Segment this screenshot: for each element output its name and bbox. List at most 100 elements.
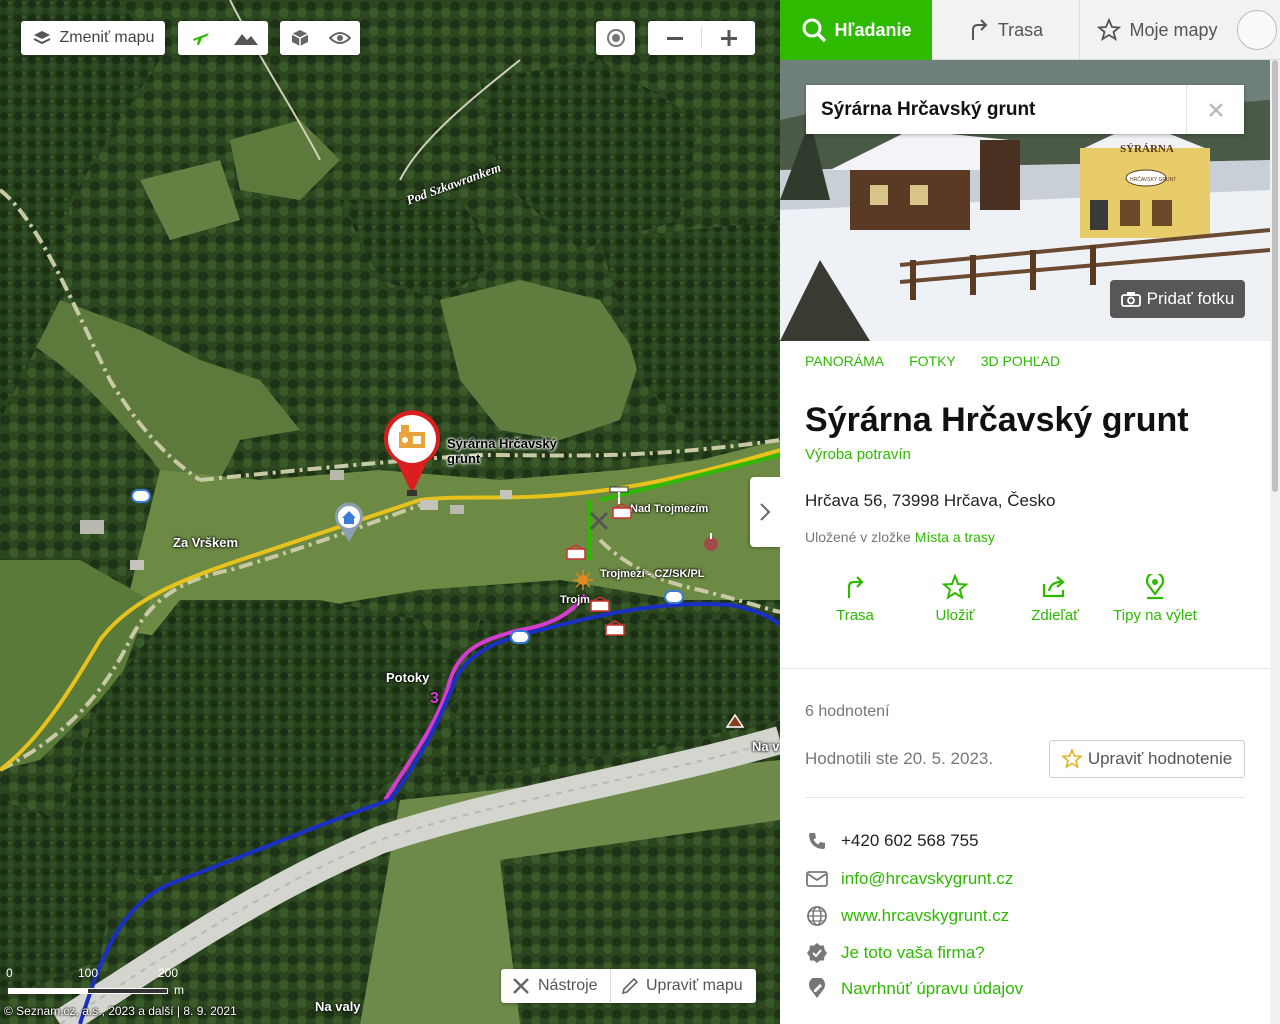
chalet-icon-3[interactable]	[590, 596, 610, 612]
search-icon	[802, 18, 826, 43]
saved-folder-link[interactable]: Místa a trasy	[915, 529, 995, 545]
contact-email[interactable]: info@hrcavskygrunt.cz	[805, 867, 1013, 891]
tools-crossed-icon[interactable]	[588, 510, 610, 532]
star-rating-icon	[1061, 749, 1082, 769]
scale-unit: m	[174, 983, 184, 997]
contact-phone[interactable]: +420 602 568 755	[805, 829, 979, 853]
star-icon	[942, 574, 968, 600]
saved-info: Uložené v zložke Místa a trasy	[805, 529, 995, 545]
share-action-button[interactable]: Zdieľať	[1005, 574, 1105, 626]
map-view[interactable]: Pod Szkawrankem Za Vrškem Nad Trojmezím …	[0, 0, 780, 1024]
zoom-out-button[interactable]	[648, 21, 701, 55]
landmark-sun-icon[interactable]	[573, 570, 593, 590]
tools-button[interactable]: Nástroje	[501, 969, 611, 1003]
minus-icon	[666, 37, 683, 40]
map-label-na-valy: Na valy	[315, 999, 361, 1014]
rated-on-text: Hodnotili ste 20. 5. 2023.	[805, 749, 994, 768]
signpost-icon[interactable]	[608, 484, 630, 504]
change-map-label: Zmeniť mapu	[59, 29, 155, 46]
contact-claim[interactable]: Je toto vaša firma?	[805, 941, 985, 965]
chevron-right-icon	[760, 503, 771, 521]
place-category-link[interactable]: Výroba potravín	[805, 446, 911, 463]
zoom-toolbar	[648, 21, 755, 55]
terrain-mode-button[interactable]	[223, 21, 268, 55]
chalet-icon-2[interactable]	[566, 544, 586, 560]
place-title: Sýrárna Hrčavský grunt	[805, 401, 1189, 439]
map-label-potoky: Potoky	[386, 670, 430, 685]
viewpoint-icon-3[interactable]	[664, 590, 684, 604]
trip-tips-action-button[interactable]: Tipy na výlet	[1105, 574, 1205, 626]
edit-rating-button[interactable]: Upraviť hodnotenie	[1049, 740, 1245, 778]
viewpoint-icon[interactable]	[131, 489, 151, 503]
contact-web[interactable]: www.hrcavskygrunt.cz	[805, 904, 1009, 928]
email-link[interactable]: info@hrcavskygrunt.cz	[841, 869, 1013, 889]
website-link[interactable]: www.hrcavskygrunt.cz	[841, 906, 1009, 926]
plus-icon	[720, 30, 737, 46]
3d-view-button[interactable]	[280, 21, 320, 55]
peak-icon[interactable]	[726, 713, 744, 729]
zoom-in-button[interactable]	[702, 21, 755, 55]
panel-scrollbar[interactable]	[1270, 60, 1280, 1024]
place-actions: Trasa Uložiť Zdieľať Tipy na výlet	[805, 574, 1205, 626]
user-avatar[interactable]	[1237, 10, 1277, 50]
scale-tick-200: 200	[158, 966, 179, 980]
map-label-trojm: Trojm	[560, 594, 590, 606]
edit-map-button[interactable]: Upraviť mapu	[611, 969, 753, 1003]
chapel-icon[interactable]	[702, 531, 720, 553]
suggest-edit-link[interactable]: Navrhnúť úpravu údajov	[841, 979, 1023, 999]
change-map-button[interactable]: Zmeniť mapu	[21, 21, 165, 55]
aerial-mode-button[interactable]	[178, 21, 223, 55]
viewpoint-icon-2[interactable]	[510, 630, 530, 644]
poi-label[interactable]: Sýrárna Hrčavský grunt	[447, 436, 579, 466]
tab-route[interactable]: Trasa	[932, 0, 1080, 60]
place-photo[interactable]: SÝRÁRNA HRČAVSKÝ GRUNT Pridať fotku	[780, 60, 1270, 341]
section-divider	[780, 668, 1270, 669]
chalet-icon[interactable]	[612, 503, 632, 519]
locate-button[interactable]	[596, 21, 635, 55]
poi-marker-pin[interactable]	[383, 410, 441, 496]
panorama-view-button[interactable]	[320, 21, 360, 55]
route-action-label: Trasa	[836, 607, 874, 624]
map-tools-bar: Nástroje Upraviť mapu	[501, 969, 756, 1003]
3d-view-link[interactable]: 3D POHĽAD	[981, 353, 1060, 369]
tab-my-maps[interactable]: Moje mapy	[1080, 0, 1235, 60]
clear-search-button[interactable]	[1186, 85, 1244, 134]
phone-number[interactable]: +420 602 568 755	[841, 831, 979, 851]
chalet-icon-4[interactable]	[605, 620, 625, 636]
trip-tips-icon	[1145, 574, 1165, 600]
map-label-na-v: Na v	[752, 739, 780, 754]
share-action-label: Zdieľať	[1031, 607, 1079, 624]
layers-icon	[33, 31, 50, 45]
save-action-button[interactable]: Uložiť	[905, 574, 1005, 626]
photos-link[interactable]: FOTKY	[909, 353, 956, 369]
route-action-button[interactable]: Trasa	[805, 574, 905, 626]
contact-suggest-edit[interactable]: Navrhnúť úpravu údajov	[805, 977, 1023, 1001]
map-attribution[interactable]: © Seznam.cz, a.s., 2023 a další | 8. 9. …	[4, 1004, 237, 1018]
view-toolbar	[280, 21, 360, 55]
tab-search[interactable]: Hľadanie	[780, 0, 932, 60]
add-photo-button[interactable]: Pridať fotku	[1110, 280, 1245, 318]
star-outline-icon	[1097, 18, 1122, 41]
email-icon	[806, 871, 828, 887]
route-icon	[847, 576, 864, 598]
mountains-icon	[233, 34, 258, 45]
scale-tick-0: 0	[6, 966, 13, 980]
home-marker-icon[interactable]	[333, 502, 365, 542]
camera-icon	[1120, 292, 1141, 307]
scale-tick-100: 100	[78, 966, 99, 980]
collapse-panel-button[interactable]	[750, 477, 780, 547]
main-tabs: Hľadanie Trasa Moje mapy	[780, 0, 1280, 60]
share-icon	[1042, 576, 1065, 598]
locate-icon	[606, 29, 625, 47]
scale-ruler	[8, 988, 168, 994]
map-label-nad-trojmezim: Nad Trojmezím	[630, 503, 709, 515]
tools-icon	[513, 978, 529, 994]
panorama-link[interactable]: PANORÁMA	[805, 353, 884, 369]
cube-icon	[291, 30, 309, 46]
claim-business-link[interactable]: Je toto vaša firma?	[841, 943, 985, 963]
rating-count[interactable]: 6 hodnotení	[805, 703, 890, 721]
scrollbar-thumb[interactable]	[1272, 60, 1278, 492]
search-input[interactable]	[806, 86, 1186, 133]
map-label-trojmezi-border: Trojmezí - CZ/SK/PL	[600, 568, 705, 580]
route-arrow-icon	[971, 19, 988, 40]
